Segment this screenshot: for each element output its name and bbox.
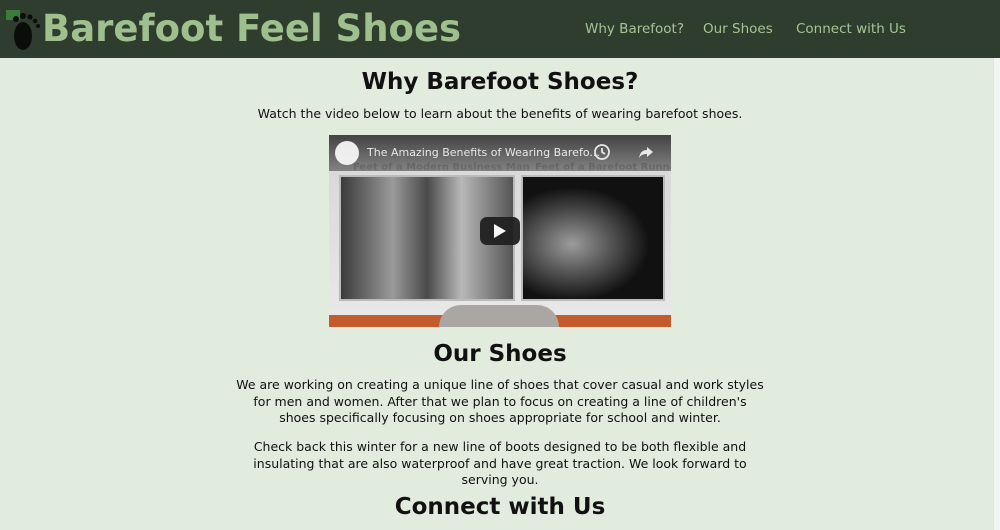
video-thumbnail: Feet of a Modern Business Man Feet of a … [329, 135, 671, 315]
video-player[interactable]: Feet of a Modern Business Man Feet of a … [329, 135, 671, 327]
why-barefoot-heading: Why Barefoot Shoes? [361, 69, 639, 95]
site-title[interactable]: Barefoot Feel Shoes [42, 4, 461, 54]
nav-link-why-barefoot[interactable]: Why Barefoot? [585, 20, 684, 38]
why-barefoot-intro: Watch the video below to learn about the… [257, 106, 743, 121]
our-shoes-paragraph-1: We are working on creating a unique line… [236, 377, 764, 425]
nav-link-connect[interactable]: Connect with Us [796, 20, 906, 38]
our-shoes-heading: Our Shoes [433, 341, 567, 367]
clock-icon[interactable] [593, 143, 611, 161]
footprint-logo-icon[interactable] [6, 6, 42, 52]
share-icon[interactable] [637, 143, 655, 161]
our-shoes-paragraph-2: Check back this winter for a new line of… [253, 439, 747, 487]
video-title-bar: The Amazing Benefits of Wearing Barefo..… [329, 135, 671, 171]
thumbnail-right-photo [521, 175, 665, 301]
nav-link-our-shoes[interactable]: Our Shoes [703, 20, 773, 38]
play-icon [494, 224, 506, 238]
connect-heading: Connect with Us [394, 494, 606, 520]
play-button[interactable] [480, 217, 520, 245]
channel-avatar[interactable] [335, 141, 359, 165]
scrollbar[interactable] [993, 58, 1000, 530]
thumbnail-stand [439, 305, 559, 327]
site-header: Barefoot Feel Shoes Why Barefoot? Our Sh… [0, 0, 1000, 58]
video-title[interactable]: The Amazing Benefits of Wearing Barefo..… [367, 146, 600, 159]
